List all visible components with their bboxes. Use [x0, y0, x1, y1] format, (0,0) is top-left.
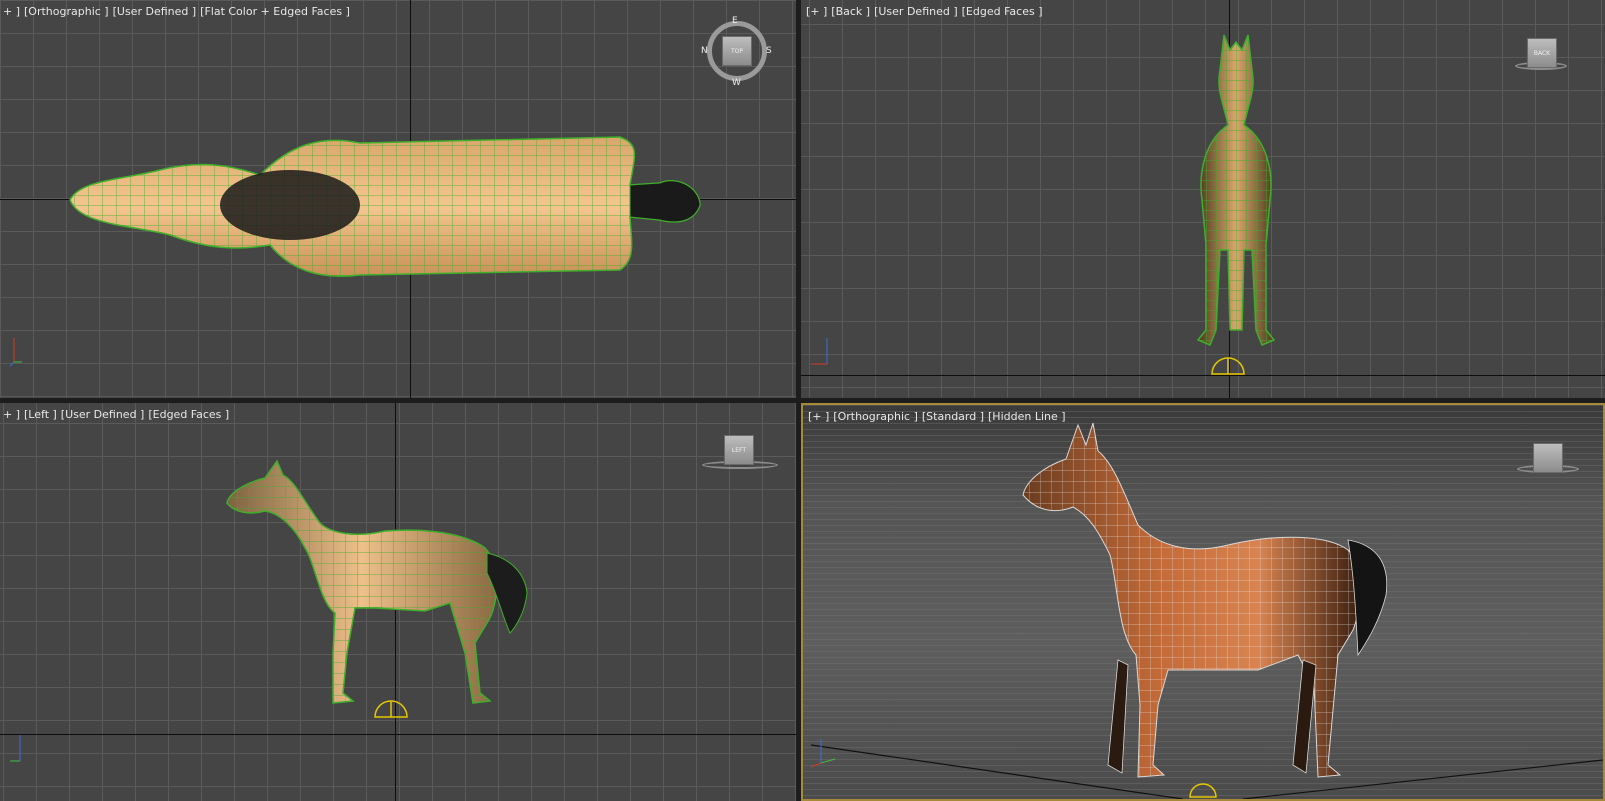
viewcube-widget-back[interactable]: BACK [1513, 36, 1573, 76]
viewport-shading-menu[interactable]: [Edged Faces ] [962, 5, 1043, 18]
home-grid-y-axis [0, 734, 796, 735]
horse-model-left-view[interactable] [225, 453, 545, 723]
viewport-label-top[interactable]: + ] [Orthographic ] [User Defined ] [Flat C… [3, 5, 354, 18]
axis-tripod-orthographic [809, 733, 843, 773]
pivot-gizmo[interactable] [373, 699, 409, 723]
viewport-shading-menu[interactable]: [Edged Faces ] [148, 408, 229, 421]
axis-tripod-top [8, 332, 38, 372]
horse-model-back-view[interactable] [1186, 30, 1286, 360]
compass-e-label: E [732, 16, 738, 26]
viewport-point-of-view-menu[interactable]: [Orthographic ] [24, 5, 109, 18]
viewcube-widget-orthographic[interactable] [1515, 441, 1585, 481]
compass-n-label: N [701, 46, 708, 56]
viewport-shading-menu[interactable]: [Flat Color + Edged Faces ] [200, 5, 350, 18]
viewport-safe-frame-menu[interactable]: [User Defined ] [874, 5, 958, 18]
viewcube[interactable]: BACK [1527, 38, 1557, 68]
viewport-safe-frame-menu[interactable]: [User Defined ] [113, 5, 197, 18]
viewport-menu-plus[interactable]: [+ ] [806, 5, 827, 18]
viewport-back[interactable]: [+ ] [Back ] [User Defined ] [Edged Faces ]… [801, 0, 1605, 398]
pivot-gizmo[interactable] [1210, 356, 1246, 380]
viewport-safe-frame-menu[interactable]: [User Defined ] [61, 408, 145, 421]
viewport-top[interactable]: + ] [Orthographic ] [User Defined ] [Flat C… [0, 0, 796, 398]
viewport-point-of-view-menu[interactable]: [Back ] [831, 5, 870, 18]
horse-model-top-view[interactable] [60, 125, 720, 285]
compass-w-label: W [732, 78, 741, 88]
viewcube[interactable] [1533, 443, 1563, 473]
axis-tripod-back [805, 332, 839, 372]
viewport-label-back[interactable]: [+ ] [Back ] [User Defined ] [Edged Faces ] [806, 5, 1047, 18]
horse-model-hidden-line-view[interactable] [1018, 415, 1408, 795]
viewport-point-of-view-menu[interactable]: [Left ] [24, 408, 57, 421]
viewport-left[interactable]: + ] [Left ] [User Defined ] [Edged Faces ] … [0, 403, 796, 801]
viewport-label-left[interactable]: + ] [Left ] [User Defined ] [Edged Faces ] [3, 408, 233, 421]
axis-tripod-left [6, 729, 36, 769]
viewcube[interactable]: TOP [722, 36, 752, 66]
viewcube[interactable]: LEFT [724, 435, 754, 465]
viewcube-widget-left[interactable]: LEFT [700, 433, 780, 477]
viewcube-widget-top[interactable]: TOP E N S W [701, 16, 774, 88]
viewport-orthographic-hidden-line[interactable]: [+ ] [Orthographic ] [Standard ] [Hidden Li… [801, 403, 1605, 801]
pivot-gizmo[interactable] [1188, 779, 1218, 799]
compass-s-label: S [766, 46, 772, 56]
home-grid-x-axis [801, 375, 1605, 376]
viewport-menu-plus[interactable]: + ] [3, 408, 20, 421]
viewport-menu-plus[interactable]: + ] [3, 5, 20, 18]
